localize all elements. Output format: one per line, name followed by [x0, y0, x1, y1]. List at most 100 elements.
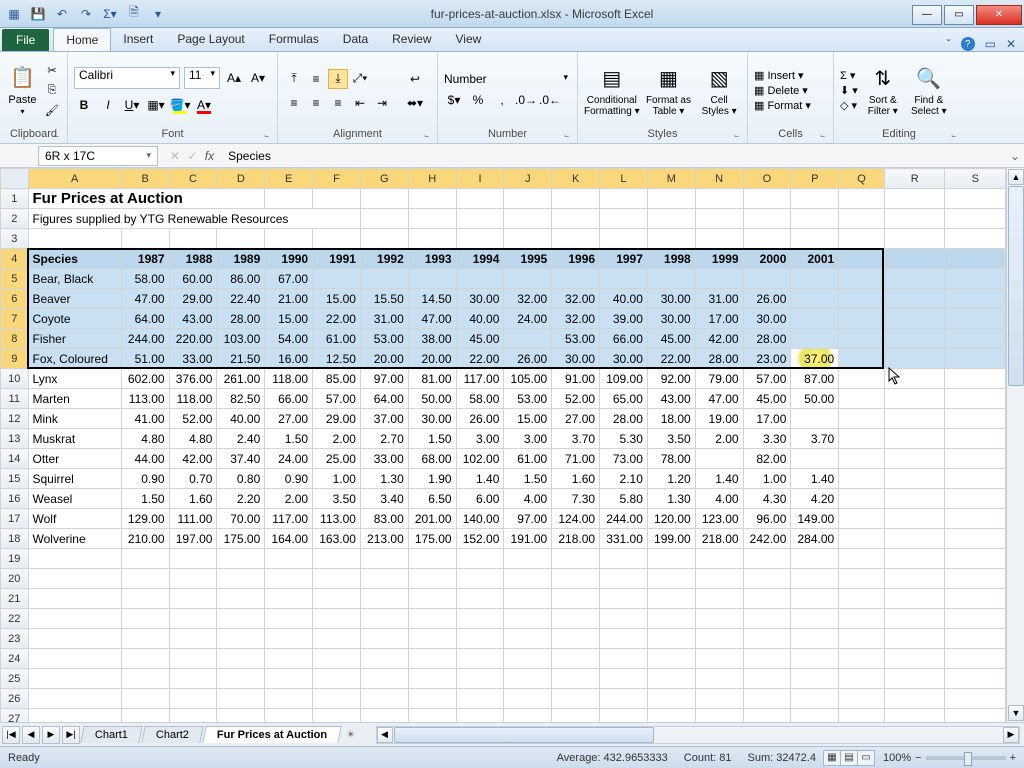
cell[interactable] [169, 569, 217, 589]
copy-icon[interactable]: ⎘ [43, 83, 61, 99]
cell[interactable] [791, 229, 839, 249]
data-cell[interactable]: 60.00 [169, 269, 217, 289]
cell[interactable] [313, 189, 361, 209]
bold-button[interactable]: B [74, 95, 94, 115]
cell[interactable] [743, 709, 791, 723]
data-cell[interactable]: 43.00 [647, 389, 695, 409]
cell[interactable] [647, 669, 695, 689]
cell[interactable] [504, 689, 552, 709]
data-cell[interactable] [791, 289, 839, 309]
cell[interactable] [408, 589, 456, 609]
cell[interactable] [945, 509, 1006, 529]
data-cell[interactable]: 26.00 [504, 349, 552, 369]
data-cell[interactable]: 26.00 [743, 289, 791, 309]
data-cell[interactable]: 82.00 [743, 449, 791, 469]
data-cell[interactable]: 30.00 [647, 309, 695, 329]
cell[interactable] [945, 489, 1006, 509]
header-cell[interactable]: 1999 [695, 249, 743, 269]
name-box[interactable]: 6R x 17C [38, 146, 158, 166]
title-cell[interactable]: Fur Prices at Auction [28, 189, 265, 209]
cell[interactable] [695, 649, 743, 669]
cell[interactable] [360, 569, 408, 589]
cell[interactable] [456, 689, 504, 709]
data-cell[interactable]: 61.00 [313, 329, 361, 349]
scroll-down-icon[interactable]: ▼ [1008, 705, 1024, 721]
cell[interactable] [695, 189, 743, 209]
cell[interactable] [504, 589, 552, 609]
worksheet-grid[interactable]: ABCDEFGHIJKLMNOPQRS 1 Fur Prices at Auct… [0, 168, 1024, 722]
cell[interactable] [945, 369, 1006, 389]
cell[interactable] [647, 549, 695, 569]
data-cell[interactable]: 53.00 [552, 329, 600, 349]
data-cell[interactable]: 24.00 [265, 449, 313, 469]
maximize-button[interactable]: ▭ [944, 5, 974, 25]
cell[interactable] [839, 229, 885, 249]
cell[interactable] [456, 209, 504, 229]
data-cell[interactable] [791, 329, 839, 349]
col-head-P[interactable]: P [791, 169, 839, 189]
cell[interactable] [456, 589, 504, 609]
cell[interactable] [600, 589, 648, 609]
data-cell[interactable] [360, 269, 408, 289]
cell[interactable] [217, 709, 265, 723]
cell[interactable] [743, 549, 791, 569]
window-close-workbook-icon[interactable]: ✕ [1006, 37, 1016, 51]
data-cell[interactable]: 210.00 [121, 529, 169, 549]
cell[interactable] [945, 329, 1006, 349]
cell[interactable] [695, 569, 743, 589]
cell[interactable] [456, 649, 504, 669]
col-head-A[interactable]: A [28, 169, 121, 189]
minimize-button[interactable]: — [912, 5, 942, 25]
cell[interactable] [945, 529, 1006, 549]
cell[interactable] [360, 669, 408, 689]
find-select-button[interactable]: 🔍Find & Select ▾ [908, 58, 950, 124]
data-cell[interactable]: 6.50 [408, 489, 456, 509]
cell[interactable] [504, 609, 552, 629]
cell[interactable] [313, 669, 361, 689]
cell[interactable] [169, 669, 217, 689]
data-cell[interactable]: 45.00 [456, 329, 504, 349]
data-cell[interactable]: 54.00 [265, 329, 313, 349]
data-cell[interactable] [504, 269, 552, 289]
cell[interactable] [884, 709, 945, 723]
cell[interactable] [456, 709, 504, 723]
data-cell[interactable]: 27.00 [552, 409, 600, 429]
data-cell[interactable]: 2.20 [217, 489, 265, 509]
clear-button[interactable]: ◇ ▾ [840, 99, 858, 112]
species-cell[interactable]: Beaver [28, 289, 121, 309]
data-cell[interactable]: 331.00 [600, 529, 648, 549]
row-head-5[interactable]: 5 [1, 269, 29, 289]
data-cell[interactable]: 43.00 [169, 309, 217, 329]
data-cell[interactable]: 39.00 [600, 309, 648, 329]
data-cell[interactable]: 1.40 [791, 469, 839, 489]
cell[interactable] [743, 689, 791, 709]
species-cell[interactable]: Coyote [28, 309, 121, 329]
cell[interactable] [791, 569, 839, 589]
cell[interactable] [945, 229, 1006, 249]
cell[interactable] [28, 569, 121, 589]
data-cell[interactable]: 4.20 [791, 489, 839, 509]
data-cell[interactable]: 242.00 [743, 529, 791, 549]
font-size-select[interactable]: 11 ▾ [184, 67, 220, 89]
cell[interactable] [945, 409, 1006, 429]
expand-formula-bar-icon[interactable]: ⌄ [1006, 149, 1024, 163]
cell[interactable] [743, 229, 791, 249]
cell[interactable] [791, 709, 839, 723]
cell[interactable] [313, 569, 361, 589]
data-cell[interactable]: 14.50 [408, 289, 456, 309]
data-cell[interactable]: 65.00 [600, 389, 648, 409]
cell[interactable] [313, 229, 361, 249]
row-head-22[interactable]: 22 [1, 609, 29, 629]
cell[interactable] [121, 549, 169, 569]
species-cell[interactable]: Muskrat [28, 429, 121, 449]
data-cell[interactable]: 218.00 [552, 529, 600, 549]
header-cell[interactable]: 1987 [121, 249, 169, 269]
data-cell[interactable]: 3.50 [647, 429, 695, 449]
cell[interactable] [695, 209, 743, 229]
data-cell[interactable]: 140.00 [456, 509, 504, 529]
cell[interactable] [600, 709, 648, 723]
col-head-L[interactable]: L [600, 169, 648, 189]
cell[interactable] [552, 689, 600, 709]
cell[interactable] [408, 649, 456, 669]
cut-icon[interactable]: ✂ [43, 63, 61, 79]
